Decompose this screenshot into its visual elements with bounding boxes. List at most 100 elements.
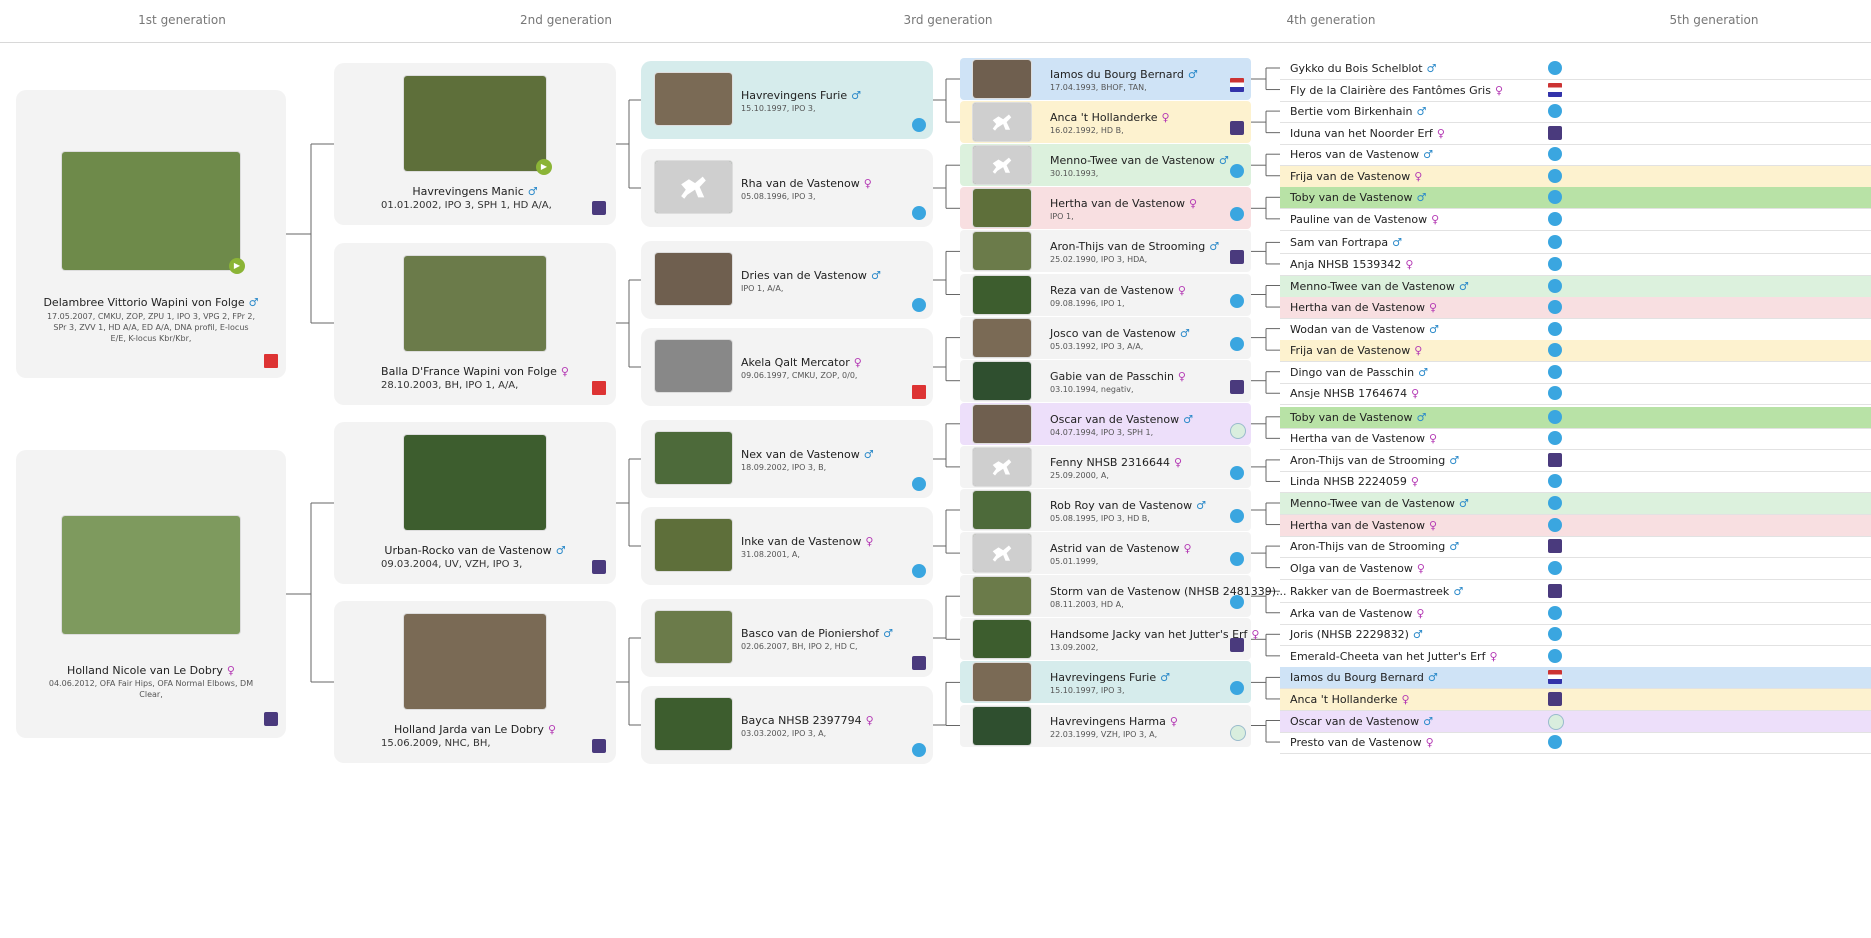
dog-name-text[interactable]: Ansje NHSB 1764674 xyxy=(1290,387,1407,400)
dog-name-text[interactable]: Aron-Thijs van de Strooming xyxy=(1290,540,1445,553)
gen2-card[interactable]: ▶ Havrevingens Manic ♂ 01.01.2002, IPO 3, S… xyxy=(334,63,616,225)
dog-name[interactable]: Iamos du Bourg Bernard ♂ xyxy=(1290,671,1438,684)
dog-name[interactable]: Rob Roy van de Vastenow ♂ xyxy=(1050,499,1206,512)
dog-name-text[interactable]: Holland Nicole van Le Dobry xyxy=(67,664,223,677)
dog-name[interactable]: Arka van de Vastenow ♀ xyxy=(1290,607,1424,620)
dog-name-text[interactable]: Basco van de Pioniershof xyxy=(741,627,879,640)
dog-name-text[interactable]: Rha van de Vastenow xyxy=(741,177,860,190)
dog-photo[interactable] xyxy=(404,256,546,351)
registry-icon[interactable] xyxy=(912,477,926,491)
dog-name[interactable]: Dingo van de Passchin ♂ xyxy=(1290,366,1428,379)
dog-name[interactable]: Rha van de Vastenow ♀ xyxy=(741,177,872,190)
gen5-row[interactable]: Olga van de Vastenow ♀ xyxy=(1280,558,1871,580)
dog-name-text[interactable]: Anca 't Hollanderke xyxy=(1290,693,1397,706)
gen5-row[interactable]: Aron-Thijs van de Strooming ♂ xyxy=(1280,450,1871,472)
dog-name[interactable]: Toby van de Vastenow ♂ xyxy=(1290,191,1426,204)
gen4-card[interactable]: Reza van de Vastenow ♀ 09.08.1996, IPO 1, xyxy=(960,273,1251,316)
dog-photo[interactable] xyxy=(973,189,1031,228)
gen1-card[interactable]: ▶ Delambree Vittorio Wapini von Folge ♂ 17.… xyxy=(16,90,286,378)
gen3-card[interactable]: Nex van de Vastenow ♂ 18.09.2002, IPO 3, B… xyxy=(641,420,933,498)
club-icon[interactable] xyxy=(592,560,606,574)
dog-name[interactable]: Basco van de Pioniershof ♂ xyxy=(741,627,893,640)
dog-name-text[interactable]: Havrevingens Furie xyxy=(741,89,847,102)
club-icon[interactable] xyxy=(912,656,926,670)
gen5-row[interactable]: Arka van de Vastenow ♀ xyxy=(1280,603,1871,625)
dog-name[interactable]: Wodan van de Vastenow ♂ xyxy=(1290,323,1439,336)
dog-name[interactable]: Storm van de Vastenow (NHSB 2481339)... xyxy=(1050,585,1287,598)
gen3-card[interactable]: Dries van de Vastenow ♂ IPO 1, A/A, xyxy=(641,241,933,319)
registry-icon[interactable] xyxy=(912,564,926,578)
dog-name[interactable]: Hertha van de Vastenow ♀ xyxy=(1290,432,1437,445)
dog-name[interactable]: Nex van de Vastenow ♂ xyxy=(741,448,874,461)
dog-name-text[interactable]: Olga van de Vastenow xyxy=(1290,562,1413,575)
dog-name[interactable]: Aron-Thijs van de Strooming ♂ xyxy=(1290,454,1459,467)
dog-name-text[interactable]: Dries van de Vastenow xyxy=(741,269,867,282)
dog-name-text[interactable]: Storm van de Vastenow (NHSB 2481339)... xyxy=(1050,585,1287,598)
gen5-row[interactable]: Dingo van de Passchin ♂ xyxy=(1280,362,1871,384)
dog-name[interactable]: Anca 't Hollanderke ♀ xyxy=(1050,111,1170,124)
dog-name[interactable]: Aron-Thijs van de Strooming ♂ xyxy=(1290,540,1459,553)
gen5-row[interactable]: Hertha van de Vastenow ♀ xyxy=(1280,514,1871,537)
dog-name-text[interactable]: Rakker van de Boermastreek xyxy=(1290,585,1449,598)
dog-name[interactable]: Sam van Fortrapa ♂ xyxy=(1290,236,1402,249)
registry-icon[interactable] xyxy=(1548,496,1562,510)
dog-name-text[interactable]: Delambree Vittorio Wapini von Folge xyxy=(43,296,244,309)
registry-icon[interactable] xyxy=(1548,627,1562,642)
dog-name-text[interactable]: Iamos du Bourg Bernard xyxy=(1290,671,1424,684)
gen4-card[interactable]: Storm van de Vastenow (NHSB 2481339)... 0… xyxy=(960,575,1287,618)
flag-icon[interactable] xyxy=(1548,670,1562,685)
dog-name-text[interactable]: Havrevingens Manic xyxy=(412,185,523,198)
gen5-row[interactable]: Anca 't Hollanderke ♀ xyxy=(1280,688,1871,711)
gen5-row[interactable]: Hertha van de Vastenow ♀ xyxy=(1280,428,1871,451)
dog-name[interactable]: Presto van de Vastenow ♀ xyxy=(1290,736,1434,749)
dog-name[interactable]: Rakker van de Boermastreek ♂ xyxy=(1290,585,1463,598)
dog-name[interactable]: Dries van de Vastenow ♂ xyxy=(741,269,881,282)
registry-icon[interactable] xyxy=(1230,207,1244,222)
gen3-card[interactable]: Rha van de Vastenow ♀ 05.08.1996, IPO 3, xyxy=(641,149,933,227)
dog-photo[interactable] xyxy=(655,611,732,663)
gen4-card[interactable]: Iamos du Bourg Bernard ♂ 17.04.1993, BHOF,… xyxy=(960,58,1251,100)
gen5-row[interactable]: Emerald-Cheeta van het Jutter's Erf ♀ xyxy=(1280,646,1871,668)
dog-name[interactable]: Anja NHSB 1539342 ♀ xyxy=(1290,258,1413,271)
dog-name[interactable]: Iamos du Bourg Bernard ♂ xyxy=(1050,68,1198,81)
dog-name[interactable]: Emerald-Cheeta van het Jutter's Erf ♀ xyxy=(1290,650,1498,663)
dog-name-text[interactable]: Astrid van de Vastenow xyxy=(1050,542,1180,555)
dog-photo[interactable] xyxy=(655,73,732,125)
flag-icon[interactable] xyxy=(1230,78,1244,92)
dog-name-text[interactable]: Havrevingens Harma xyxy=(1050,715,1166,728)
gen4-card[interactable]: Havrevingens Harma ♀ 22.03.1999, VZH, IPO … xyxy=(960,704,1251,747)
dog-name-text[interactable]: Reza van de Vastenow xyxy=(1050,284,1174,297)
registry-icon[interactable] xyxy=(1230,336,1244,351)
dog-name-text[interactable]: Josco van de Vastenow xyxy=(1050,327,1176,340)
registry-icon[interactable] xyxy=(1548,61,1562,75)
dog-name-text[interactable]: Menno-Twee van de Vastenow xyxy=(1050,154,1215,167)
registry-icon[interactable] xyxy=(1548,343,1562,358)
dog-name-text[interactable]: Presto van de Vastenow xyxy=(1290,736,1422,749)
registry-icon[interactable] xyxy=(1230,681,1244,696)
dog-photo[interactable] xyxy=(973,663,1031,702)
club-icon[interactable] xyxy=(1548,539,1562,554)
dog-name-text[interactable]: Heros van de Vastenow xyxy=(1290,148,1419,161)
gen5-row[interactable]: Bertie vom Birkenhain ♂ xyxy=(1280,101,1871,124)
dog-name[interactable]: Holland Jarda van Le Dobry ♀ xyxy=(334,723,616,736)
dog-name-text[interactable]: Bertie vom Birkenhain xyxy=(1290,105,1413,118)
dog-name[interactable]: Pauline van de Vastenow ♀ xyxy=(1290,213,1439,226)
registry-icon[interactable] xyxy=(1548,211,1562,226)
gen5-row[interactable]: Frija van de Vastenow ♀ xyxy=(1280,165,1871,188)
dog-name[interactable]: Menno-Twee van de Vastenow ♂ xyxy=(1290,497,1469,510)
dog-photo[interactable] xyxy=(404,76,546,171)
dog-photo[interactable] xyxy=(973,275,1031,314)
gen4-card[interactable]: Oscar van de Vastenow ♂ 04.07.1994, IPO 3,… xyxy=(960,402,1251,445)
registry-icon[interactable] xyxy=(1548,735,1562,750)
dog-name-text[interactable]: Fly de la Clairière des Fantômes Gris xyxy=(1290,84,1491,97)
dog-name[interactable]: Menno-Twee van de Vastenow ♂ xyxy=(1290,280,1469,293)
registry-icon[interactable] xyxy=(1230,724,1246,741)
dog-photo[interactable] xyxy=(655,161,732,213)
dog-name[interactable]: Reza van de Vastenow ♀ xyxy=(1050,284,1186,297)
dog-name-text[interactable]: Arka van de Vastenow xyxy=(1290,607,1412,620)
dog-name-text[interactable]: Urban-Rocko van de Vastenow xyxy=(384,544,551,557)
club-icon[interactable] xyxy=(1230,638,1244,653)
dog-name-text[interactable]: Linda NHSB 2224059 xyxy=(1290,475,1407,488)
gen5-row[interactable]: Gykko du Bois Schelblot ♂ xyxy=(1280,58,1871,80)
registry-icon[interactable] xyxy=(1548,168,1562,183)
